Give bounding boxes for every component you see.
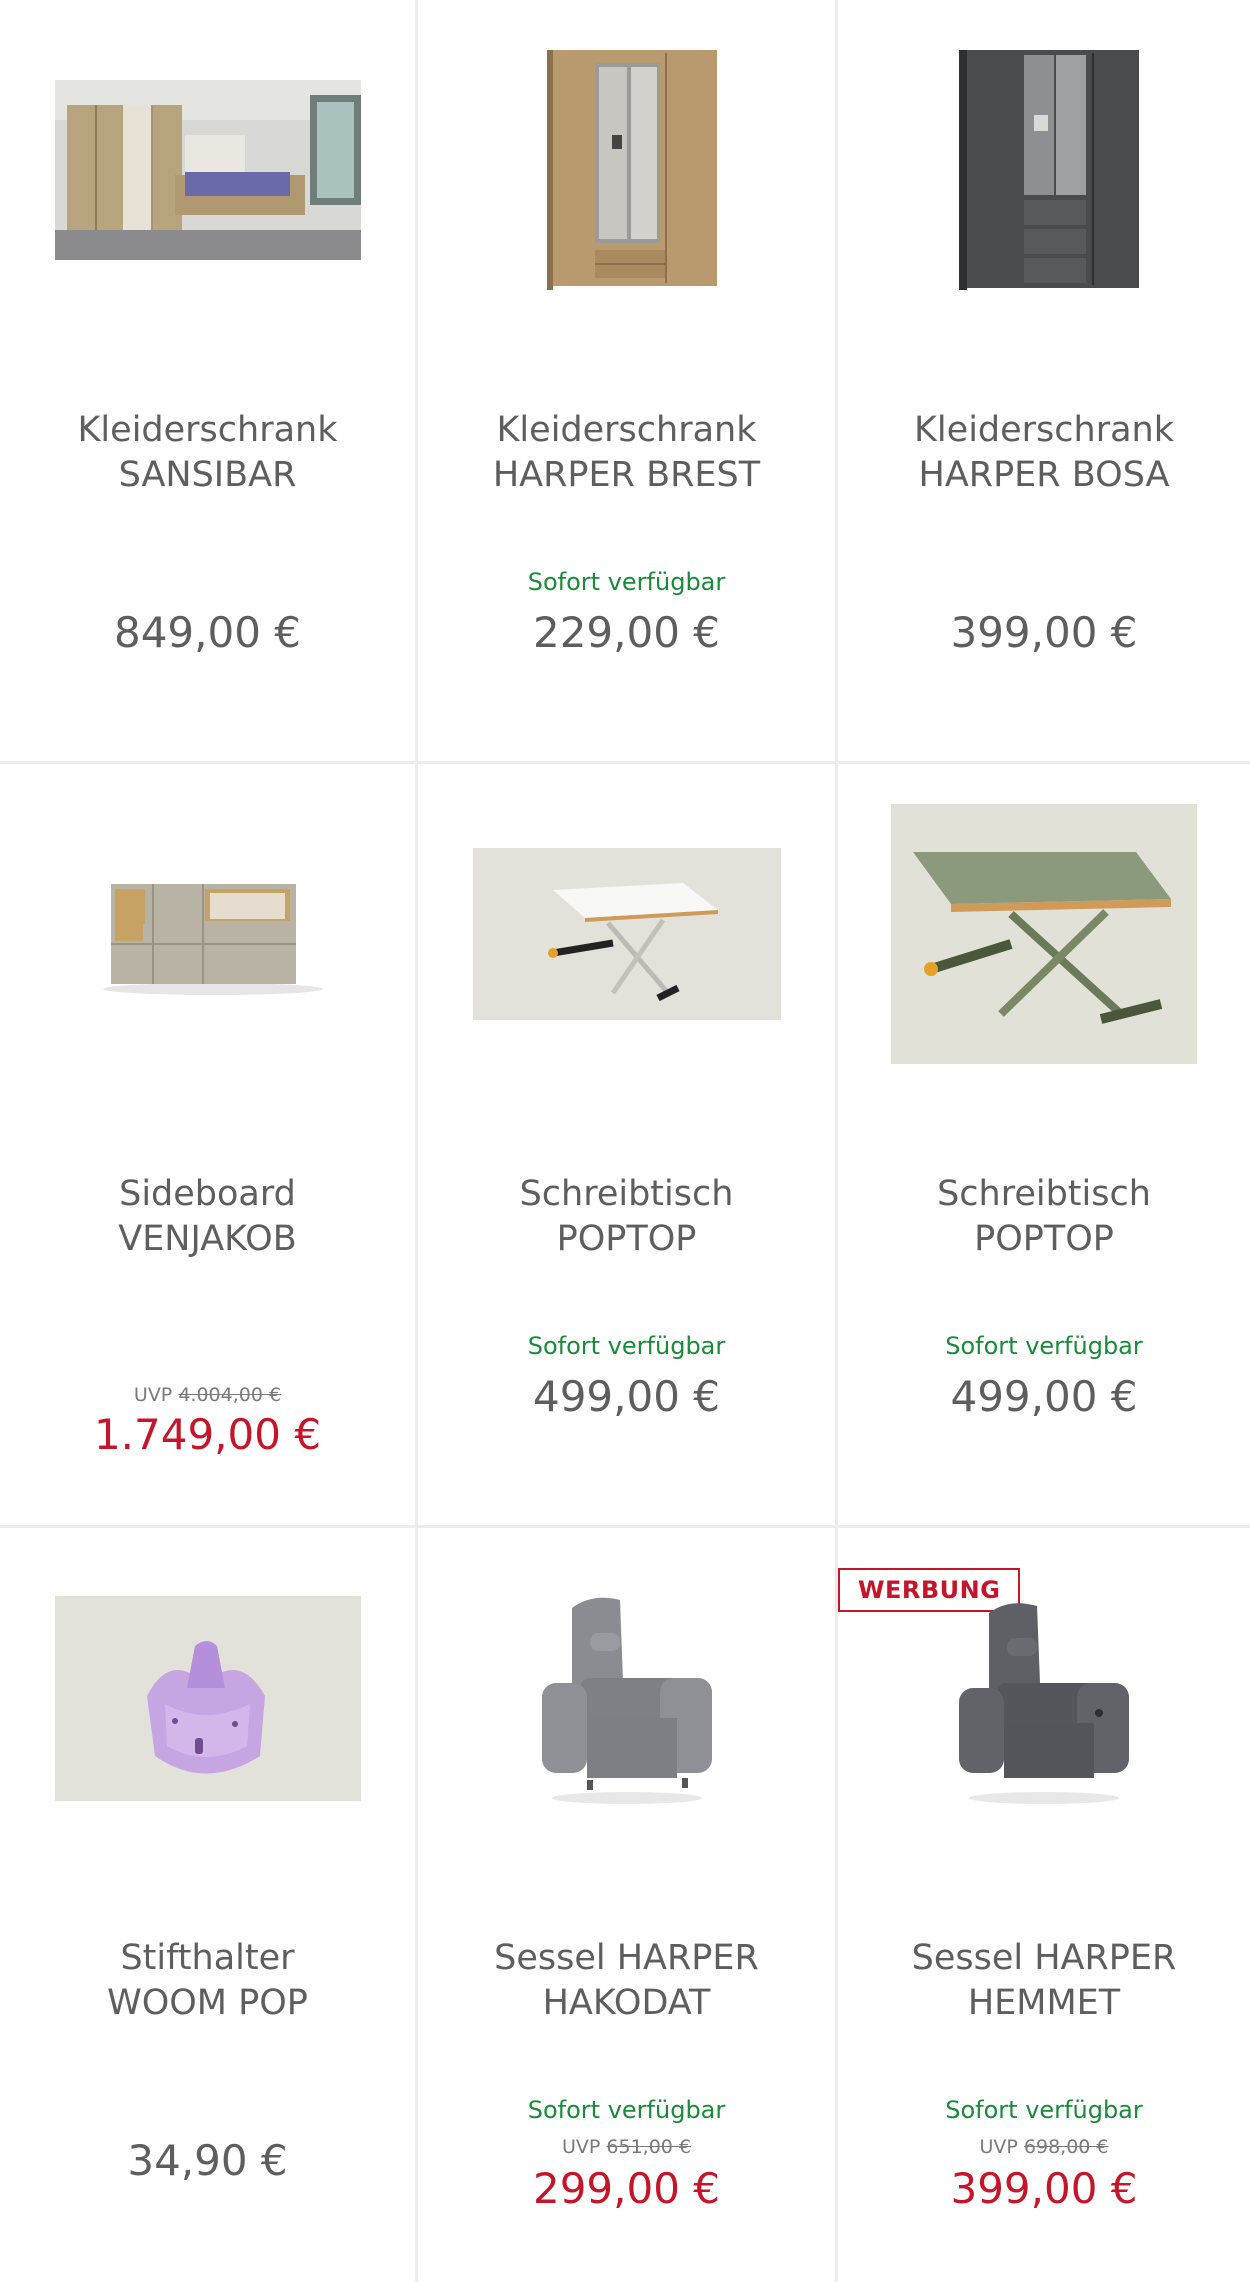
product-price: 399,00 € xyxy=(950,608,1138,657)
product-price: 499,00 € xyxy=(532,1372,721,1421)
product-name-line2: POPTOP xyxy=(556,1219,697,1259)
product-card[interactable]: Sessel HARPER HAKODAT Sofort verfügbar U… xyxy=(418,1528,838,2282)
product-card[interactable]: Schreibtisch POPTOP Sofort verfügbar 499… xyxy=(418,764,838,1528)
product-card[interactable]: Kleiderschrank HARPER BREST Sofort verfü… xyxy=(418,0,838,764)
product-name-line2: WOOM POP xyxy=(107,1983,308,2023)
product-name-line2: SANSIBAR xyxy=(118,455,297,495)
product-image[interactable] xyxy=(838,764,1250,1104)
product-name-line2: HARPER BOSA xyxy=(918,455,1170,495)
product-name[interactable]: Sideboard VENJAKOB xyxy=(10,1172,405,1262)
product-name[interactable]: Schreibtisch POPTOP xyxy=(428,1172,825,1262)
product-name-line1: Kleiderschrank xyxy=(77,410,338,450)
green-desk-image xyxy=(891,804,1197,1064)
product-name[interactable]: Stifthalter WOOM POP xyxy=(10,1936,405,2026)
availability-label: Sofort verfügbar xyxy=(527,1332,726,1360)
sideboard-image xyxy=(102,884,323,995)
product-card[interactable]: Stifthalter WOOM POP 34,90 € xyxy=(0,1528,418,2282)
product-name-line1: Sessel HARPER xyxy=(911,1938,1177,1978)
product-grid: Kleiderschrank SANSIBAR 849,00 € Kleider… xyxy=(0,0,1250,2282)
product-image[interactable] xyxy=(418,1528,835,1868)
product-price: 1.749,00 € xyxy=(93,1410,322,1459)
uvp-value: 698,00 € xyxy=(1023,2136,1109,2158)
light-armchair-image xyxy=(541,1597,712,1804)
availability-label: Sofort verfügbar xyxy=(527,568,726,596)
product-card[interactable]: WERBUNG Sessel HARPER HEMMET Sofort verf… xyxy=(838,1528,1250,2282)
product-card[interactable]: Kleiderschrank HARPER BOSA 399,00 € xyxy=(838,0,1250,764)
product-name-line2: HAKODAT xyxy=(542,1983,711,2023)
product-name[interactable]: Sessel HARPER HEMMET xyxy=(848,1936,1240,2026)
product-name-line1: Stifthalter xyxy=(120,1938,295,1978)
product-name[interactable]: Kleiderschrank HARPER BREST xyxy=(428,408,825,498)
product-image[interactable] xyxy=(418,0,835,340)
dark-armchair-image xyxy=(959,1603,1129,1804)
product-name[interactable]: Kleiderschrank SANSIBAR xyxy=(10,408,405,498)
availability-label: Sofort verfügbar xyxy=(527,2096,726,2124)
product-card[interactable]: Kleiderschrank SANSIBAR 849,00 € xyxy=(0,0,418,764)
product-image[interactable] xyxy=(0,764,415,1104)
product-name-line2: VENJAKOB xyxy=(118,1219,297,1259)
product-image[interactable] xyxy=(0,0,415,340)
uvp-value: 651,00 € xyxy=(606,2136,692,2158)
product-price: 499,00 € xyxy=(950,1372,1138,1421)
product-image[interactable] xyxy=(838,0,1250,340)
product-image[interactable] xyxy=(838,1528,1250,1868)
product-name-line2: POPTOP xyxy=(974,1219,1114,1259)
product-image[interactable] xyxy=(0,1528,415,1868)
product-price: 34,90 € xyxy=(127,2136,288,2185)
uvp-value: 4.004,00 € xyxy=(178,1384,282,1406)
product-price: 399,00 € xyxy=(950,2164,1138,2213)
product-name-line1: Sideboard xyxy=(119,1174,296,1214)
uvp-price: UVP 651,00 € xyxy=(418,2136,835,2158)
product-name-line2: HARPER BREST xyxy=(492,455,761,495)
oak-wardrobe-image xyxy=(546,50,717,290)
product-price: 229,00 € xyxy=(532,608,721,657)
uvp-price: UVP 698,00 € xyxy=(838,2136,1250,2158)
product-name-line2: HEMMET xyxy=(967,1983,1121,2023)
uvp-label: UVP xyxy=(979,2136,1018,2158)
availability-label: Sofort verfügbar xyxy=(945,1332,1143,1360)
uvp-label: UVP xyxy=(561,2136,601,2158)
uvp-price: UVP 4.004,00 € xyxy=(0,1384,415,1406)
availability-label: Sofort verfügbar xyxy=(945,2096,1143,2124)
product-name[interactable]: Kleiderschrank HARPER BOSA xyxy=(848,408,1240,498)
product-name-line1: Sessel HARPER xyxy=(494,1938,759,1978)
product-card[interactable]: Sideboard VENJAKOB UVP 4.004,00 € 1.749,… xyxy=(0,764,418,1528)
product-price: 299,00 € xyxy=(532,2164,721,2213)
uvp-label: UVP xyxy=(133,1384,173,1406)
product-price: 849,00 € xyxy=(113,608,302,657)
pen-holder-image xyxy=(54,1595,361,1801)
product-name-line1: Schreibtisch xyxy=(519,1174,734,1214)
product-name-line1: Kleiderschrank xyxy=(496,410,757,450)
product-name[interactable]: Schreibtisch POPTOP xyxy=(848,1172,1240,1262)
product-name-line1: Kleiderschrank xyxy=(913,410,1175,450)
product-image[interactable] xyxy=(418,764,835,1104)
white-desk-image xyxy=(472,848,781,1020)
bedroom-wardrobe-image xyxy=(54,80,361,260)
product-name[interactable]: Sessel HARPER HAKODAT xyxy=(428,1936,825,2026)
grey-wardrobe-image xyxy=(959,50,1139,290)
product-card[interactable]: Schreibtisch POPTOP Sofort verfügbar 499… xyxy=(838,764,1250,1528)
product-name-line1: Schreibtisch xyxy=(937,1174,1151,1214)
